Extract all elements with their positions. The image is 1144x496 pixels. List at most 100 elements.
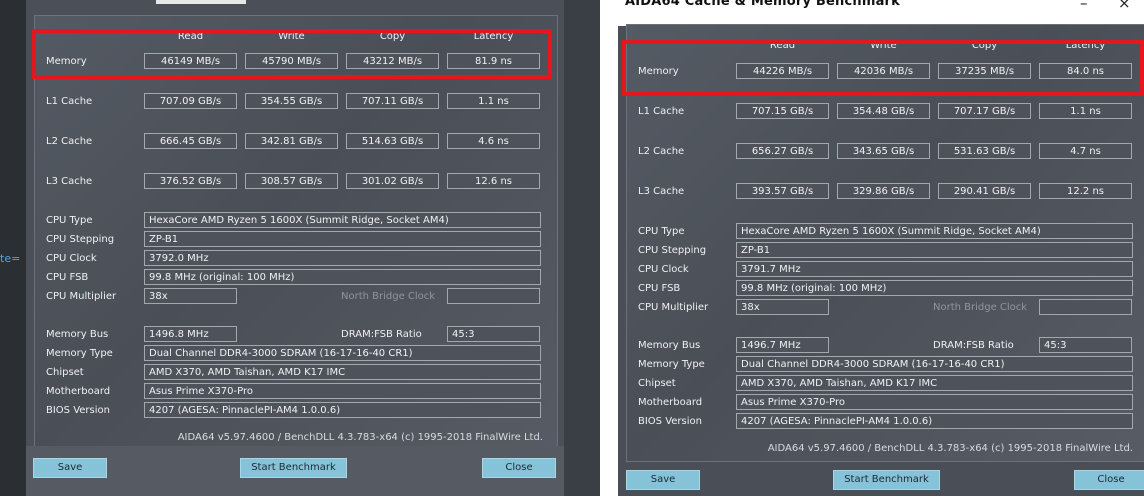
l3-write-value: 308.57 GB/s [245,173,338,189]
copyright-text: AIDA64 v5.97.4600 / BenchDLL 4.3.783-x64… [177,432,543,443]
l1-copy-value: 707.17 GB/s [938,103,1031,119]
left-benchmark-panel: te= Read Write Copy Latency Memory L1 Ca… [0,0,600,496]
l2-write-value: 342.81 GB/s [245,133,338,149]
row-label-l1-cache: L1 Cache [46,96,93,107]
memory-type-label: Memory Type [638,359,705,370]
l2-latency-value: 4.7 ns [1039,143,1132,159]
cpu-multiplier-value: 38x [144,288,237,304]
cpu-stepping-value: ZP-B1 [736,242,1133,258]
l1-copy-value: 707.11 GB/s [346,93,439,109]
cpu-type-value: HexaCore AMD Ryzen 5 1600X (Summit Ridge… [736,223,1133,239]
memory-bus-value: 1496.7 MHz [736,337,829,353]
l3-copy-value: 290.41 GB/s [938,183,1031,199]
bios-version-label: BIOS Version [46,405,110,416]
north-bridge-clock-value [1039,299,1132,315]
l1-read-value: 707.15 GB/s [736,103,829,119]
start-benchmark-button[interactable]: Start Benchmark [240,458,347,478]
save-button[interactable]: Save [626,470,700,490]
chipset-label: Chipset [638,378,676,389]
north-bridge-clock-label: North Bridge Clock [341,291,436,302]
save-button[interactable]: Save [33,458,107,478]
left-benchmark-window: Read Write Copy Latency Memory L1 Cache … [26,0,564,496]
cpu-multiplier-label: CPU Multiplier [46,291,117,302]
memory-row-highlight [622,40,1144,96]
l1-write-value: 354.48 GB/s [837,103,930,119]
cpu-fsb-label: CPU FSB [46,272,89,283]
title-bar-fragment [156,0,246,4]
cpu-stepping-label: CPU Stepping [638,245,707,256]
close-button[interactable]: Close [482,458,556,478]
row-label-l1-cache: L1 Cache [638,106,685,117]
background-editor-gutter: te= [0,0,26,496]
l3-read-value: 376.52 GB/s [144,173,237,189]
bios-version-value: 4207 (AGESA: PinnaclePI-AM4 1.0.0.6) [736,413,1133,429]
cpu-type-value: HexaCore AMD Ryzen 5 1600X (Summit Ridge… [144,212,541,228]
l3-latency-value: 12.6 ns [447,173,540,189]
motherboard-value: Asus Prime X370-Pro [736,394,1133,410]
button-bar: Save Start Benchmark Close [26,446,564,496]
bios-version-label: BIOS Version [638,416,702,427]
cpu-type-label: CPU Type [46,215,93,226]
l1-latency-value: 1.1 ns [447,93,540,109]
right-benchmark-panel: AIDA64 Cache & Memory Benchmark – × Read… [618,0,1144,496]
cpu-clock-label: CPU Clock [638,264,689,275]
l1-write-value: 354.55 GB/s [245,93,338,109]
window-title: AIDA64 Cache & Memory Benchmark [625,0,901,9]
l2-write-value: 343.65 GB/s [837,143,930,159]
cpu-clock-value: 3792.0 MHz [144,250,541,266]
dram-fsb-ratio-label: DRAM:FSB Ratio [933,340,1014,351]
cpu-fsb-label: CPU FSB [638,283,681,294]
memory-bus-value: 1496.8 MHz [144,326,237,342]
memory-bus-label: Memory Bus [638,340,701,351]
north-bridge-clock-label: North Bridge Clock [933,302,1028,313]
chipset-value: AMD X370, AMD Taishan, AMD K17 IMC [736,375,1133,391]
cpu-fsb-value: 99.8 MHz (original: 100 MHz) [144,269,541,285]
l3-latency-value: 12.2 ns [1039,183,1132,199]
row-label-l3-cache: L3 Cache [46,176,93,187]
memory-bus-label: Memory Bus [46,329,109,340]
close-icon[interactable]: × [1118,0,1131,12]
results-frame: Read Write Copy Latency Memory L1 Cache … [34,15,558,451]
cpu-multiplier-value: 38x [736,299,829,315]
l2-copy-value: 514.63 GB/s [346,133,439,149]
l2-read-value: 666.45 GB/s [144,133,237,149]
north-bridge-clock-value [447,288,540,304]
cpu-stepping-value: ZP-B1 [144,231,541,247]
copyright-text: AIDA64 v5.97.4600 / BenchDLL 4.3.783-x64… [767,443,1133,454]
bios-version-value: 4207 (AGESA: PinnaclePI-AM4 1.0.0.6) [144,402,541,418]
chipset-label: Chipset [46,367,84,378]
minimize-icon[interactable]: – [1080,0,1088,12]
l2-read-value: 656.27 GB/s [736,143,829,159]
cpu-stepping-label: CPU Stepping [46,234,115,245]
dram-fsb-ratio-value: 45:3 [447,326,540,342]
motherboard-label: Motherboard [46,386,111,397]
row-label-l2-cache: L2 Cache [638,146,685,157]
chipset-value: AMD X370, AMD Taishan, AMD K17 IMC [144,364,541,380]
cpu-type-label: CPU Type [638,226,685,237]
dram-fsb-ratio-value: 45:3 [1039,337,1132,353]
cpu-clock-value: 3791.7 MHz [736,261,1133,277]
memory-type-value: Dual Channel DDR4-3000 SDRAM (16-17-16-4… [144,345,541,361]
dram-fsb-ratio-label: DRAM:FSB Ratio [341,329,422,340]
l3-copy-value: 301.02 GB/s [346,173,439,189]
title-bar: AIDA64 Cache & Memory Benchmark – × [618,0,1144,26]
memory-type-value: Dual Channel DDR4-3000 SDRAM (16-17-16-4… [736,356,1133,372]
l2-copy-value: 531.63 GB/s [938,143,1031,159]
motherboard-value: Asus Prime X370-Pro [144,383,541,399]
start-benchmark-button[interactable]: Start Benchmark [833,470,940,490]
background-window-edge [564,0,600,496]
memory-row-highlight [32,29,552,79]
l3-write-value: 329.86 GB/s [837,183,930,199]
l3-read-value: 393.57 GB/s [736,183,829,199]
close-button[interactable]: Close [1074,470,1144,490]
l2-latency-value: 4.6 ns [447,133,540,149]
cpu-multiplier-label: CPU Multiplier [638,302,709,313]
row-label-l3-cache: L3 Cache [638,186,685,197]
cpu-clock-label: CPU Clock [46,253,97,264]
l1-read-value: 707.09 GB/s [144,93,237,109]
l1-latency-value: 1.1 ns [1039,103,1132,119]
motherboard-label: Motherboard [638,397,703,408]
row-label-l2-cache: L2 Cache [46,136,93,147]
memory-type-label: Memory Type [46,348,113,359]
gutter-code-text: te= [0,252,21,265]
